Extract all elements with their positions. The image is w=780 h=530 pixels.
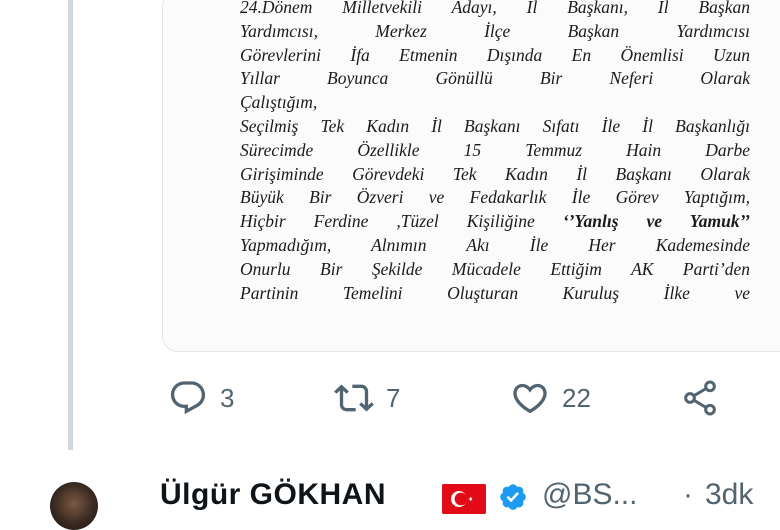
letter-line: Büyük Bir Özveri ve Fedakarlık İle Görev… bbox=[240, 187, 750, 208]
letter-line: Sürecimde Özellikle 15 Temmuz Hain Darbe bbox=[240, 139, 750, 160]
letter-line-with-quote: Hiçbir Ferdine ,Tüzel Kişiliğine ‘’Yanlı… bbox=[240, 210, 750, 234]
thread-connector-line bbox=[68, 0, 73, 450]
letter-line: Partinin Temelini Oluşturan Kuruluş İlke… bbox=[240, 282, 750, 303]
like-count: 22 bbox=[562, 382, 591, 413]
letter-line: Çalıştığım, bbox=[240, 92, 318, 113]
reply-count: 3 bbox=[220, 382, 235, 413]
letter-quoted-phrase: ‘’Yanlış ve Yamuk’’ bbox=[562, 211, 751, 232]
retweet-button[interactable]: 7 bbox=[334, 378, 400, 418]
turkey-flag-icon bbox=[442, 484, 486, 514]
like-button[interactable]: 22 bbox=[510, 378, 591, 418]
reply-icon bbox=[170, 381, 206, 415]
tweet-attached-image[interactable]: 24.Dönem Milletvekili Adayı, İl Başkanı,… bbox=[162, 0, 780, 352]
letter-line: 24.Dönem Milletvekili Adayı, İl Başkanı,… bbox=[240, 0, 750, 17]
tweet-timestamp[interactable]: 3dk bbox=[705, 478, 753, 512]
share-button[interactable] bbox=[680, 378, 720, 418]
share-icon bbox=[684, 380, 716, 416]
letter-text: 24.Dönem Milletvekili Adayı, İl Başkanı,… bbox=[240, 0, 750, 305]
heart-icon bbox=[513, 383, 547, 414]
letter-line: Onurlu Bir Şekilde Mücadele Ettiğim AK P… bbox=[240, 258, 750, 279]
letter-line: Girişiminde Görevdeki Tek Kadın İl Başka… bbox=[240, 163, 750, 184]
author-name[interactable]: Ülgür GÖKHAN bbox=[160, 478, 386, 512]
letter-line-text: Hiçbir Ferdine ,Tüzel Kişiliğine bbox=[240, 211, 535, 232]
retweet-count: 7 bbox=[386, 382, 401, 413]
author-handle[interactable]: @BS... bbox=[542, 478, 637, 512]
letter-line: Yıllar Boyunca Gönüllü Bir Neferi Olarak bbox=[240, 68, 750, 89]
retweet-icon bbox=[334, 384, 374, 412]
separator-dot: · bbox=[683, 478, 693, 511]
tweet-action-bar: 3 7 22 bbox=[168, 378, 768, 422]
author-avatar[interactable] bbox=[50, 482, 98, 530]
letter-line: Yardımcısı, Merkez İlçe Başkan Yardımcıs… bbox=[240, 20, 750, 41]
verified-badge-icon bbox=[500, 484, 526, 510]
letter-line: Seçilmiş Tek Kadın İl Başkanı Sıfatı İle… bbox=[240, 115, 750, 136]
letter-line: Görevlerini İfa Etmenin Dışında En Öneml… bbox=[240, 44, 750, 65]
letter-line: Yapmadığım, Alnımın Akı İle Her Kademesi… bbox=[240, 234, 750, 255]
next-tweet[interactable]: Ülgür GÖKHAN @BS... · 3dk bbox=[0, 460, 780, 530]
reply-button[interactable]: 3 bbox=[168, 378, 234, 418]
